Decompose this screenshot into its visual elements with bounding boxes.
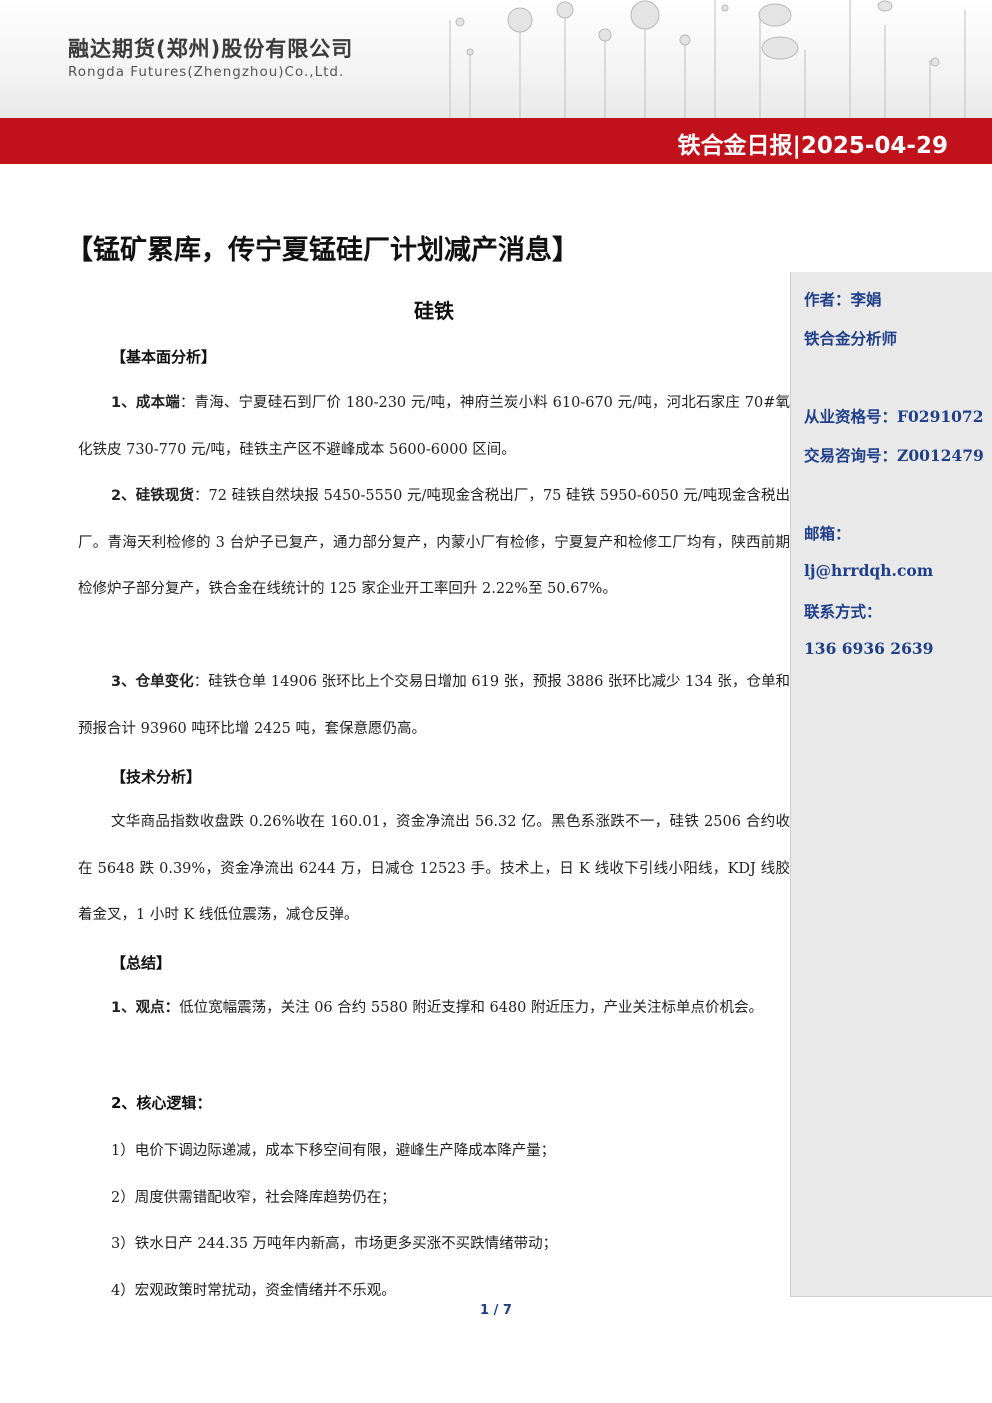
report-banner: 铁合金日报|2025-04-29 — [0, 118, 992, 164]
company-name-cn: 融达期货(郑州)股份有限公司 — [68, 37, 354, 61]
section-subtitle: 硅铁 — [414, 299, 454, 323]
phone-number: 136 6936 2639 — [804, 639, 934, 658]
license-number: 从业资格号：F0291072 — [804, 407, 984, 426]
page-title: 【锰矿累库，传宁夏锰硅厂计划减产消息】 — [66, 235, 579, 266]
logic-item: 2）周度供需错配收窄，社会降库趋势仍在； — [111, 1190, 396, 1206]
email-link[interactable]: lj@hrrdqh.com — [804, 561, 933, 580]
page-number: 1 / 7 — [480, 1303, 512, 1318]
cost-paragraph: 1、成本端：青海、宁夏硅石到厂价 180-230 元/吨，神府兰炭小料 610-… — [78, 380, 790, 473]
consult-number: 交易咨询号：Z0012479 — [804, 446, 984, 465]
cost-text: ：青海、宁夏硅石到厂价 180-230 元/吨，神府兰炭小料 610-670 元… — [78, 395, 791, 458]
cost-lead: 1、成本端 — [111, 395, 180, 411]
summary-heading: 【总结】 — [111, 954, 172, 972]
warrant-paragraph: 3、仓单变化：硅铁仓单 14906 张环比上个交易日增加 619 张，预报 38… — [78, 659, 790, 752]
fundamental-heading: 【基本面分析】 — [111, 348, 217, 366]
author-sidebar: 作者：李娟 铁合金分析师 从业资格号：F0291072 交易咨询号：Z00124… — [790, 272, 992, 1297]
logic-item: 3）铁水日产 244.35 万吨年内新高，市场更多买涨不买跌情绪带动； — [111, 1236, 558, 1252]
warrant-lead: 3、仓单变化 — [111, 674, 194, 690]
author-name: 作者：李娟 — [804, 290, 882, 309]
technical-paragraph: 文华商品指数收盘跌 0.26%收在 160.01，资金净流出 56.32 亿。黑… — [78, 814, 790, 923]
author-role: 铁合金分析师 — [804, 329, 898, 348]
view-lead: 1、观点： — [111, 1000, 180, 1016]
report-title: 铁合金日报|2025-04-29 — [677, 133, 948, 159]
company-name-en: Rongda Futures(Zhengzhou)Co.,Ltd. — [68, 64, 345, 80]
email-label: 邮箱： — [804, 524, 851, 543]
view-paragraph: 1、观点：低位宽幅震荡，关注 06 合约 5580 附近支撑和 6480 附近压… — [78, 985, 790, 1032]
contact-label: 联系方式： — [804, 602, 882, 621]
technical-heading: 【技术分析】 — [111, 768, 202, 786]
logic-heading: 2、核心逻辑： — [111, 1094, 212, 1112]
view-text: 低位宽幅震荡，关注 06 合约 5580 附近支撑和 6480 附近压力，产业关… — [179, 1000, 763, 1016]
decorative-bubble-graphic — [449, 0, 966, 118]
logic-item: 1）电价下调边际递减，成本下移空间有限，避峰生产降成本降产量； — [111, 1143, 556, 1159]
logic-item: 4）宏观政策时常扰动，资金情绪并不乐观。 — [111, 1283, 396, 1299]
spot-text: ：72 硅铁自然块报 5450-5550 元/吨现金含税出厂，75 硅铁 595… — [78, 488, 790, 597]
spot-paragraph: 2、硅铁现货：72 硅铁自然块报 5450-5550 元/吨现金含税出厂，75 … — [78, 473, 790, 613]
spot-lead: 2、硅铁现货 — [111, 488, 194, 504]
